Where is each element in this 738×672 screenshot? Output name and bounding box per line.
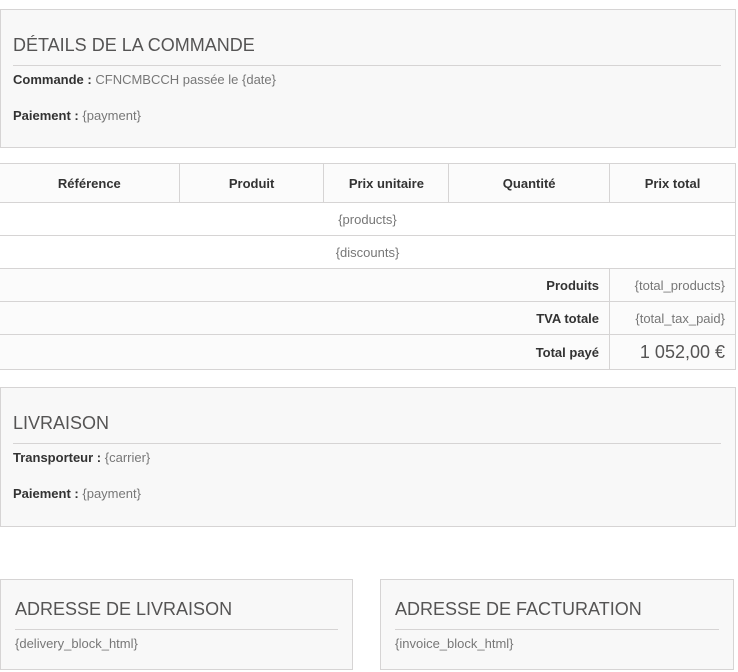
shipping-payment-line: Paiement : {payment} bbox=[13, 486, 141, 501]
column-header-reference: Référence bbox=[0, 163, 180, 203]
total-paid-value: 1 052,00 € bbox=[609, 334, 736, 370]
summary-label: Total payé bbox=[0, 334, 611, 370]
invoice-address-title: ADRESSE DE FACTURATION bbox=[395, 599, 719, 630]
summary-value: {total_tax_paid} bbox=[609, 301, 736, 335]
order-details-box: DÉTAILS DE LA COMMANDE Commande : CFNCMB… bbox=[0, 9, 736, 148]
shipping-box: LIVRAISON Transporteur : {carrier} Paiem… bbox=[0, 387, 736, 527]
invoice-address-value: {invoice_block_html} bbox=[395, 636, 514, 651]
carrier-value: {carrier} bbox=[104, 450, 151, 465]
order-reference-line: Commande : CFNCMBCCH passée le {date} bbox=[13, 72, 276, 87]
invoice-address-box: ADRESSE DE FACTURATION {invoice_block_ht… bbox=[380, 579, 734, 670]
summary-label: Produits bbox=[0, 268, 611, 302]
products-placeholder: {products} bbox=[0, 202, 736, 236]
summary-label: TVA totale bbox=[0, 301, 611, 335]
carrier-line: Transporteur : {carrier} bbox=[13, 450, 150, 465]
delivery-address-title: ADRESSE DE LIVRAISON bbox=[15, 599, 338, 630]
table-row: {discounts} bbox=[0, 235, 736, 269]
carrier-label: Transporteur : bbox=[13, 450, 102, 465]
shipping-title: LIVRAISON bbox=[13, 413, 721, 444]
products-table: Référence Produit Prix unitaire Quantité… bbox=[0, 163, 736, 370]
table-header-row: Référence Produit Prix unitaire Quantité… bbox=[0, 163, 736, 203]
payment-value: {payment} bbox=[82, 486, 141, 501]
column-header-quantity: Quantité bbox=[448, 163, 611, 203]
payment-label: Paiement : bbox=[13, 486, 79, 501]
discounts-placeholder: {discounts} bbox=[0, 235, 736, 269]
delivery-address-value: {delivery_block_html} bbox=[15, 636, 138, 651]
summary-row-total: Total payé 1 052,00 € bbox=[0, 334, 736, 370]
delivery-address-box: ADRESSE DE LIVRAISON {delivery_block_htm… bbox=[0, 579, 353, 670]
summary-value: {total_products} bbox=[609, 268, 736, 302]
table-row: {products} bbox=[0, 202, 736, 236]
order-details-title: DÉTAILS DE LA COMMANDE bbox=[13, 35, 721, 66]
summary-row-products: Produits {total_products} bbox=[0, 268, 736, 302]
order-label: Commande : bbox=[13, 72, 92, 87]
column-header-product: Produit bbox=[178, 163, 325, 203]
column-header-total-price: Prix total bbox=[609, 163, 736, 203]
payment-value: {payment} bbox=[82, 108, 141, 123]
summary-row-tax: TVA totale {total_tax_paid} bbox=[0, 301, 736, 335]
column-header-unit-price: Prix unitaire bbox=[323, 163, 450, 203]
order-payment-line: Paiement : {payment} bbox=[13, 108, 141, 123]
order-value: CFNCMBCCH passée le {date} bbox=[95, 72, 276, 87]
payment-label: Paiement : bbox=[13, 108, 79, 123]
